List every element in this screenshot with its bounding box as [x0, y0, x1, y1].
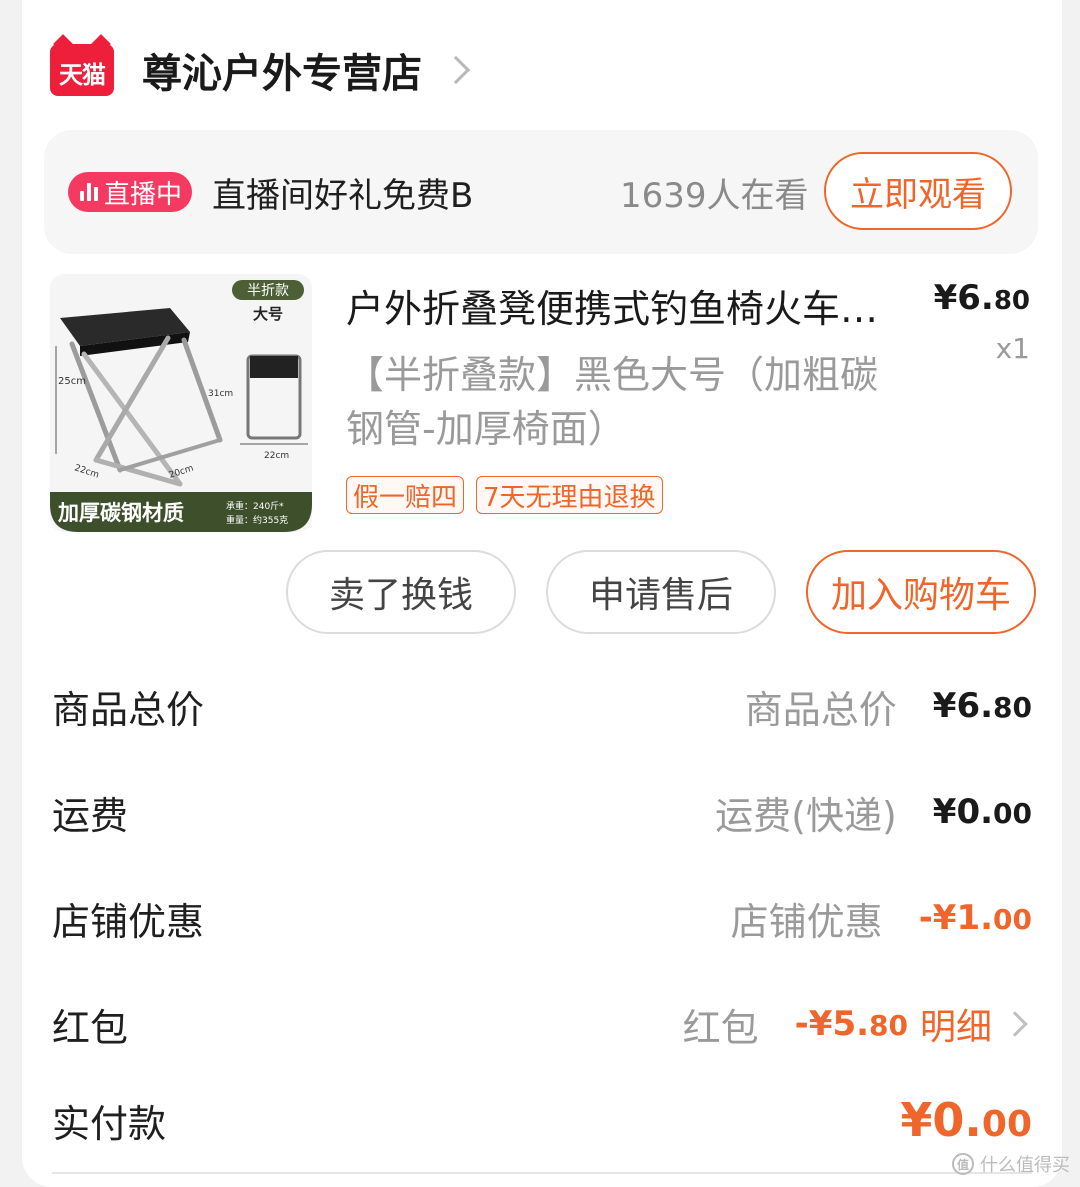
- watermark: 值 什么值得买: [952, 1151, 1070, 1177]
- tmall-logo-text: 天猫: [59, 61, 106, 89]
- image-dim-height: 25cm: [58, 376, 86, 387]
- image-load-text: 承重：240斤*: [226, 500, 284, 512]
- live-banner[interactable]: 直播中 直播间好礼免费B 1639人在看 立即观看: [44, 130, 1038, 254]
- summary-label: 店铺优惠: [52, 899, 205, 944]
- summary-value: -¥5.80: [794, 1004, 908, 1044]
- summary-sub-label: 商品总价: [744, 687, 897, 732]
- service-tag: 7天无理由退换: [476, 476, 663, 514]
- service-tag: 假一赔四: [346, 476, 465, 514]
- summary-row-shipping: 运费 运费(快递) ¥0.00: [52, 782, 1032, 842]
- live-badge: 直播中: [68, 172, 193, 212]
- summary-label: 实付款: [52, 1101, 167, 1146]
- sell-button[interactable]: 卖了换钱: [286, 550, 516, 634]
- summary-label: 运费: [52, 793, 129, 838]
- folding-stool-illustration: 半折款 大号 25cm 31cm 22cm 20cm 22cm 加厚碳钢材质 承…: [50, 274, 312, 532]
- product-price-main: ¥6.: [933, 278, 994, 318]
- summary-sub-label: 红包: [682, 1005, 759, 1050]
- paid-amount: ¥0.00: [900, 1093, 1032, 1147]
- image-badge-size: 大号: [253, 305, 283, 323]
- image-badge-top: 半折款: [247, 283, 289, 299]
- summary-row-shop-discount: 店铺优惠 店铺优惠 -¥1.00: [52, 888, 1032, 948]
- product-quantity: x1: [995, 332, 1030, 365]
- detail-link[interactable]: 明细: [920, 998, 992, 1050]
- image-banner-text: 加厚碳钢材质: [57, 501, 184, 525]
- live-viewer-count: 1639人在看: [620, 175, 809, 216]
- summary-row-paid: 实付款 ¥0.00: [52, 1090, 1032, 1150]
- shop-header[interactable]: 天猫 尊沁户外专营店: [50, 40, 471, 100]
- product-image[interactable]: 半折款 大号 25cm 31cm 22cm 20cm 22cm 加厚碳钢材质 承…: [50, 274, 312, 532]
- after-sale-button[interactable]: 申请售后: [546, 550, 776, 634]
- image-dim-seat: 31cm: [208, 389, 233, 399]
- watch-now-button[interactable]: 立即观看: [824, 152, 1012, 230]
- watermark-logo-icon: 值: [952, 1153, 974, 1175]
- summary-label: 红包: [52, 1005, 129, 1050]
- service-tags: 假一赔四 7天无理由退换: [346, 476, 663, 514]
- summary-label: 商品总价: [52, 687, 205, 732]
- summary-value: ¥6.80: [932, 686, 1032, 726]
- product-price-decimal: 80: [993, 286, 1030, 316]
- image-dim-folded: 22cm: [264, 451, 289, 461]
- order-actions: 卖了换钱 申请售后 加入购物车: [286, 550, 1036, 634]
- watermark-text: 什么值得买: [980, 1155, 1070, 1176]
- summary-value: -¥1.00: [918, 898, 1032, 938]
- chevron-right-icon[interactable]: [441, 55, 471, 85]
- summary-sub-label: 店铺优惠: [730, 899, 883, 944]
- summary-sub-label: 运费(快递): [715, 793, 897, 838]
- product-price: ¥6.80: [934, 278, 1030, 318]
- summary-row-total: 商品总价 商品总价 ¥6.80: [52, 676, 1032, 736]
- image-weight-text: 重量：约355克: [226, 514, 288, 526]
- chevron-right-icon[interactable]: [1002, 1011, 1028, 1037]
- summary-row-red-packet[interactable]: 红包 红包 -¥5.80 明细: [52, 994, 1032, 1054]
- divider: [52, 1172, 1032, 1174]
- product-sku: 【半折叠款】黑色大号（加粗碳钢管-加厚椅面）: [346, 353, 879, 451]
- product-title[interactable]: 户外折叠凳便携式钓鱼椅火车…: [346, 278, 906, 333]
- live-bars-icon: [80, 183, 98, 201]
- add-to-cart-button[interactable]: 加入购物车: [806, 550, 1036, 634]
- tmall-logo-icon: 天猫: [50, 44, 114, 96]
- live-badge-label: 直播中: [104, 179, 183, 210]
- order-card: 天猫 尊沁户外专营店 直播中 直播间好礼免费B 1639人在看 立即观看 半折款…: [22, 0, 1062, 1187]
- shop-name[interactable]: 尊沁户外专营店: [142, 41, 422, 99]
- live-promo-text: 直播间好礼免费B: [212, 175, 474, 216]
- summary-value: ¥0.00: [932, 792, 1032, 832]
